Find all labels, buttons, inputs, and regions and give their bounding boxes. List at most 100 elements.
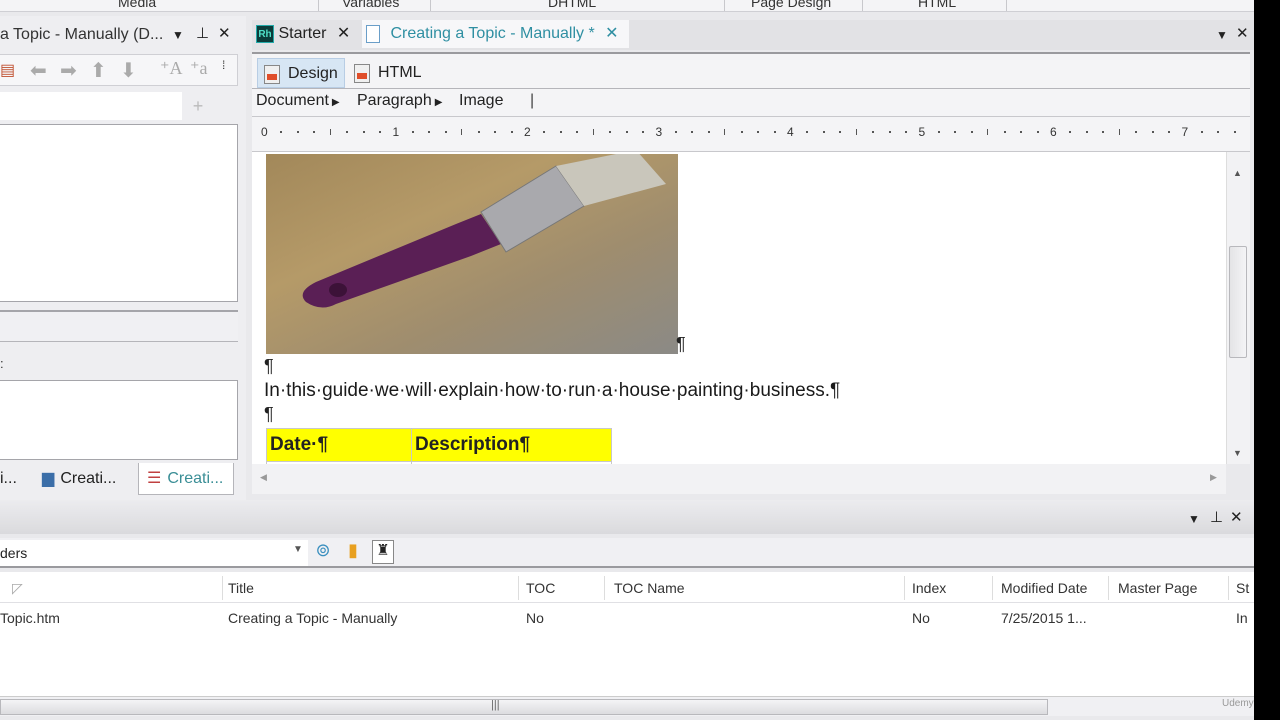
ruler[interactable]: 0 1 2 3 4 5 6 7	[252, 116, 1250, 152]
column-header-modified-date[interactable]: Modified Date	[1001, 580, 1087, 596]
ruler-dot	[937, 131, 940, 133]
decrease-font-icon[interactable]: ⁺a	[190, 58, 208, 79]
find-icon[interactable]: ♜	[372, 540, 394, 564]
ruler-label: 1	[392, 125, 400, 139]
arrow-up-icon[interactable]: ⬆	[90, 58, 107, 83]
table-header-date[interactable]: Date·¶	[266, 428, 412, 462]
left-tab-2[interactable]: ▆ Creati...	[42, 463, 116, 495]
column-separator[interactable]	[1228, 576, 1229, 600]
overflow-icon[interactable]: ⁞	[222, 58, 225, 72]
column-separator[interactable]	[992, 576, 993, 600]
increase-font-icon[interactable]: ⁺A	[160, 58, 183, 79]
ruler-tick	[724, 129, 726, 135]
column-separator[interactable]	[222, 576, 223, 600]
ribbon-strip: Media Variables DHTML Page Design HTML	[0, 0, 1254, 12]
scrollbar-thumb[interactable]	[1229, 246, 1247, 358]
cell-toc[interactable]: No	[526, 610, 544, 626]
ribbon-separator	[724, 0, 725, 11]
tab-label: Starter	[278, 25, 327, 42]
table-header-description[interactable]: Description¶	[411, 428, 612, 462]
column-separator[interactable]	[904, 576, 905, 600]
ruler-dot	[494, 131, 497, 133]
column-header-toc[interactable]: TOC	[526, 580, 555, 596]
cell-index[interactable]: No	[912, 610, 930, 626]
ribbon-media[interactable]: Media	[118, 0, 156, 10]
cell-filename[interactable]: Topic.htm	[0, 610, 60, 626]
html-icon	[354, 64, 370, 83]
folder-filter-select[interactable]	[0, 540, 308, 566]
paintbrush-image[interactable]	[266, 154, 678, 354]
breadcrumb-document[interactable]: Document ▶	[256, 92, 340, 110]
column-header-index[interactable]: Index	[912, 580, 946, 596]
ruler-dot	[1200, 131, 1203, 133]
column-header-status[interactable]: St	[1236, 580, 1249, 596]
column-separator[interactable]	[1108, 576, 1109, 600]
body-paragraph[interactable]: In·this·guide·we·will·explain·how·to·run…	[264, 380, 840, 402]
ruler-dot	[954, 131, 957, 133]
html-view-button[interactable]: HTML	[348, 58, 428, 88]
column-separator[interactable]	[604, 576, 605, 600]
view-icon[interactable]: ⊚	[312, 540, 334, 564]
pin-icon[interactable]: ⊥	[196, 24, 209, 42]
left-tab-1[interactable]: i...	[0, 463, 17, 495]
close-icon[interactable]: ✕	[1230, 508, 1243, 526]
structure-icon[interactable]: ▤	[0, 60, 15, 80]
close-icon[interactable]: ✕	[605, 25, 618, 42]
breadcrumb-label: Paragraph	[357, 92, 432, 109]
left-text-box[interactable]	[0, 380, 238, 460]
ruler-label: 3	[655, 125, 663, 139]
ribbon-page-design[interactable]: Page Design	[751, 0, 831, 10]
horizontal-scrollbar[interactable]: ◀ ▶	[252, 464, 1226, 494]
document-tab-bar: Rh Starter ✕ Creating a Topic - Manually…	[252, 20, 1254, 50]
breadcrumb-paragraph[interactable]: Paragraph ▶	[357, 92, 442, 110]
cell-modified-date[interactable]: 7/25/2015 1...	[1001, 610, 1087, 626]
design-canvas[interactable]: ¶ ¶ In·this·guide·we·will·explain·how·to…	[252, 152, 1226, 464]
left-tab-3[interactable]: ☰ Creati...	[138, 463, 235, 495]
close-icon[interactable]: ✕	[1236, 24, 1249, 42]
sort-icon[interactable]: ◸	[12, 580, 23, 597]
ruler-dot	[822, 131, 825, 133]
close-icon[interactable]: ✕	[218, 24, 231, 42]
column-separator[interactable]	[518, 576, 519, 600]
bottom-horizontal-scrollbar[interactable]: |||	[0, 696, 1254, 716]
scrollbar-thumb[interactable]: |||	[0, 699, 1048, 715]
arrow-down-icon[interactable]: ⬇	[120, 58, 137, 83]
design-view-button[interactable]: Design	[257, 58, 345, 88]
ruler-dot	[477, 131, 480, 133]
dropdown-arrow-icon[interactable]: ▼	[1188, 512, 1200, 526]
cell-title[interactable]: Creating a Topic - Manually	[228, 610, 397, 626]
bookmark-icon[interactable]: ▮	[342, 540, 364, 564]
left-list-box[interactable]	[0, 124, 238, 302]
ruler-tick	[592, 129, 594, 135]
ribbon-dhtml[interactable]: DHTML	[548, 0, 596, 10]
scroll-down-icon[interactable]: ▼	[1233, 448, 1242, 458]
vertical-scrollbar[interactable]: ▲ ▼	[1226, 152, 1250, 464]
close-icon[interactable]: ✕	[337, 25, 350, 42]
column-header-title[interactable]: Title	[228, 580, 254, 596]
arrow-right-icon[interactable]: ➡	[60, 58, 77, 83]
brush-handle-hole	[329, 283, 347, 297]
column-header-master-page[interactable]: Master Page	[1118, 580, 1197, 596]
cell-status[interactable]: In	[1236, 610, 1248, 626]
tab-creating-topic[interactable]: Creating a Topic - Manually * ✕	[362, 20, 629, 48]
ruler-dot	[1168, 131, 1171, 133]
ruler-dot	[888, 131, 891, 133]
tab-starter[interactable]: Rh Starter ✕	[256, 20, 350, 48]
column-header-toc-name[interactable]: TOC Name	[614, 580, 685, 596]
scroll-left-icon[interactable]: ◀	[260, 472, 267, 483]
ribbon-variables[interactable]: Variables	[342, 0, 399, 10]
scroll-up-icon[interactable]: ▲	[1233, 168, 1242, 178]
left-search-input[interactable]	[0, 92, 182, 120]
breadcrumb-image[interactable]: Image	[459, 92, 503, 110]
ribbon-html[interactable]: HTML	[918, 0, 956, 10]
ruler-dot	[1135, 131, 1138, 133]
left-pane-header: a Topic - Manually (D... ▼ ⊥ ✕	[0, 20, 242, 48]
arrow-left-icon[interactable]: ⬅	[30, 58, 47, 83]
scroll-right-icon[interactable]: ▶	[1210, 472, 1217, 483]
pin-icon[interactable]: ⊥	[1210, 508, 1223, 526]
dropdown-arrow-icon[interactable]: ▼	[172, 28, 184, 42]
add-icon[interactable]: +	[188, 92, 208, 120]
dropdown-arrow-icon[interactable]: ▼	[1216, 28, 1228, 42]
content-table[interactable]: Date·¶ Description¶	[266, 428, 612, 464]
dropdown-arrow-icon[interactable]: ▼	[293, 544, 303, 555]
